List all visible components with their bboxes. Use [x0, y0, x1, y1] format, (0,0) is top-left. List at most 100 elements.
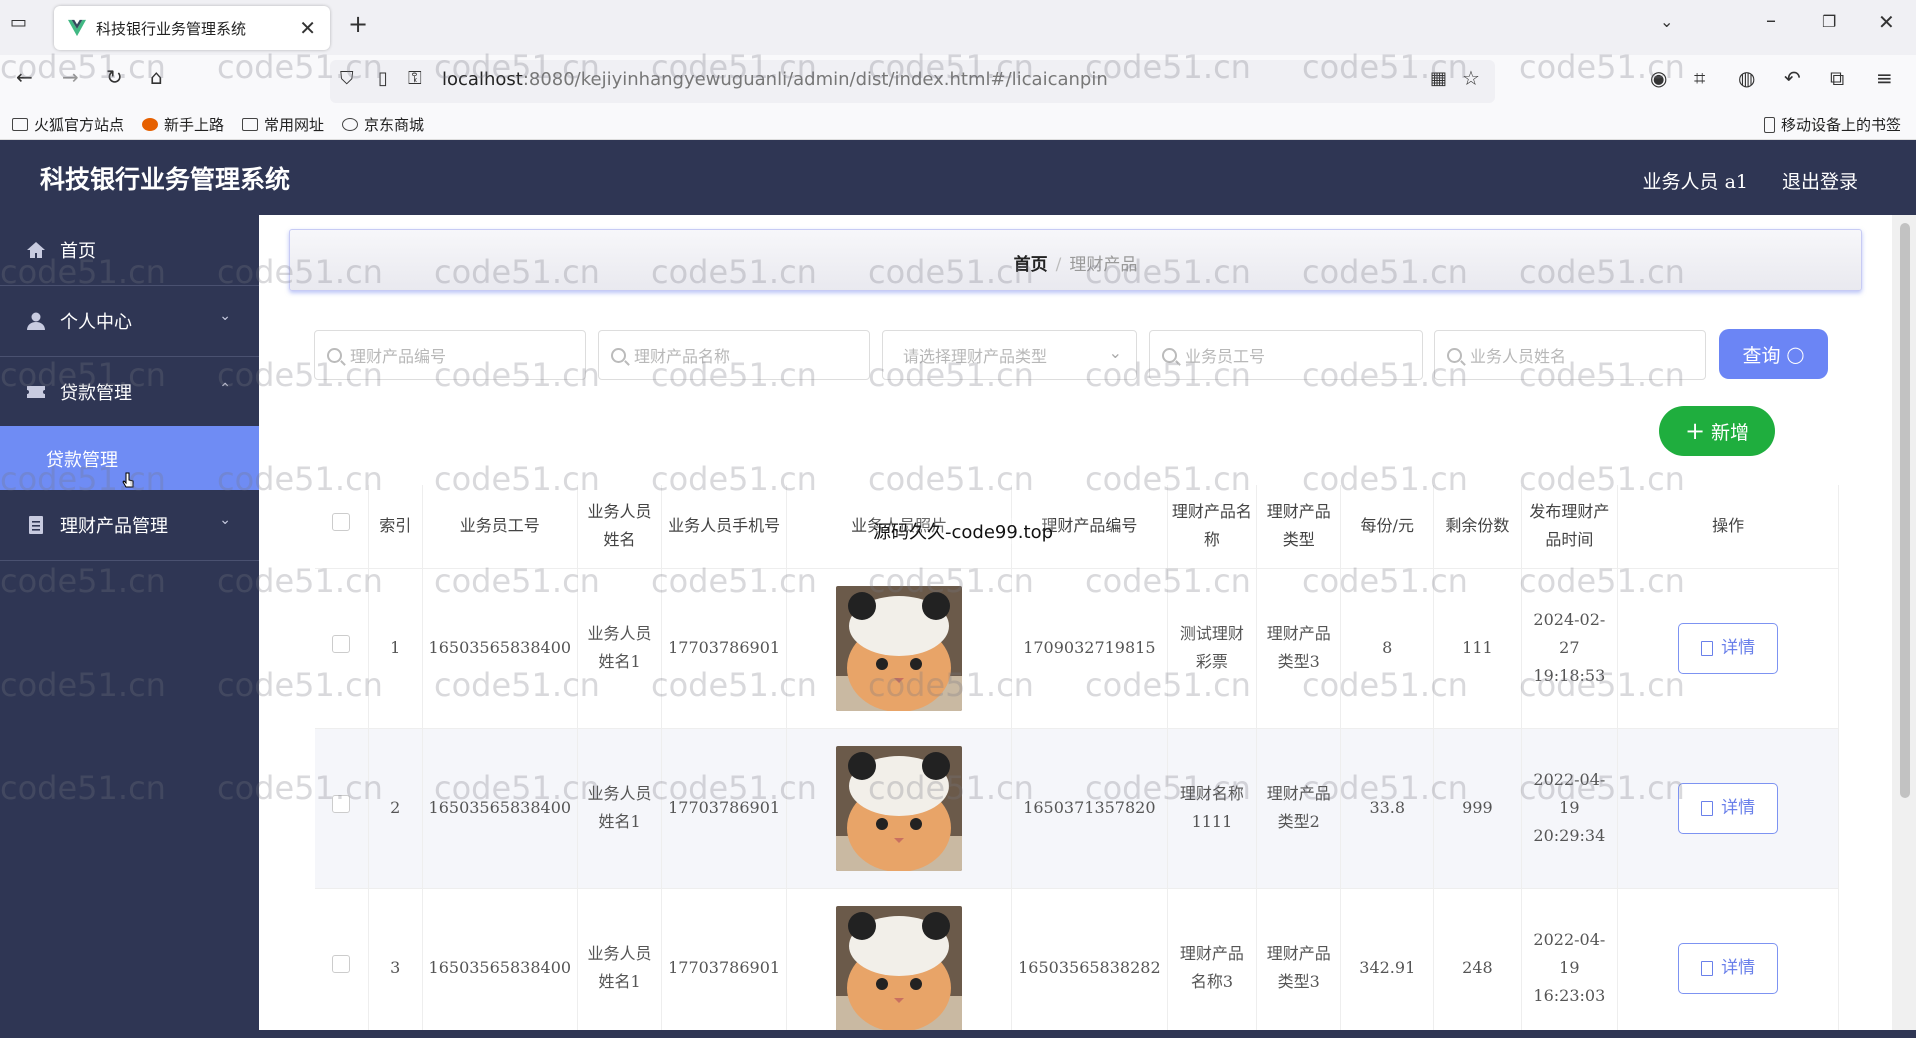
chevron-down-icon: ⌄	[1108, 343, 1122, 362]
detail-button[interactable]: 详情	[1678, 942, 1779, 994]
home-icon	[27, 242, 45, 258]
column-header: 业务员工号	[422, 485, 579, 569]
select-all-checkbox[interactable]	[332, 513, 351, 532]
sidebar-item-home[interactable]: 首页	[0, 215, 259, 286]
row-checkbox[interactable]	[332, 955, 351, 973]
bookmark-item[interactable]: 新手上路	[142, 114, 224, 135]
current-user: 业务人员 a1	[1642, 171, 1748, 193]
breadcrumb-current: 理财产品	[1069, 255, 1138, 275]
minimize-icon[interactable]: –	[1766, 10, 1776, 30]
detail-button[interactable]: 详情	[1678, 782, 1779, 834]
sidebar-item-profile[interactable]: 个人中心 ⌄	[0, 286, 259, 357]
account-icon[interactable]: ◉	[1650, 68, 1667, 88]
document-icon	[1701, 800, 1714, 816]
staff-no-input[interactable]: 业务员工号	[1149, 330, 1423, 380]
table-header-row: 索引 业务员工号 业务人员姓名 业务人员手机号 业务人员照片 理财产品编号 理财…	[315, 485, 1839, 569]
mouse-cursor-icon	[122, 472, 134, 488]
folder-icon	[242, 118, 258, 131]
cell-product-type: 理财产品类型2	[1256, 728, 1342, 889]
bookmark-item[interactable]: 常用网址	[242, 114, 324, 135]
scrollbar-thumb[interactable]	[1900, 223, 1910, 798]
cell-index: 2	[368, 728, 423, 889]
search-icon	[611, 347, 626, 363]
extension-icon[interactable]: ⧉	[1830, 68, 1844, 88]
detail-button[interactable]: 详情	[1678, 622, 1779, 674]
column-header: 理财产品类型	[1256, 485, 1342, 569]
bookmark-item[interactable]: 火狐官方站点	[12, 114, 124, 135]
vue-logo-icon	[68, 19, 86, 37]
search-icon	[1162, 347, 1177, 363]
plus-icon: +	[1684, 417, 1706, 445]
sidebar-item-products[interactable]: 理财产品管理 ⌄	[0, 490, 259, 561]
back-icon[interactable]: ←	[16, 67, 33, 87]
cell-remaining: 111	[1433, 568, 1522, 729]
add-button[interactable]: + 新增	[1659, 406, 1775, 456]
menu-icon[interactable]: ≡	[1876, 68, 1893, 88]
overlay-watermark-text: 源码久久-code99.top	[873, 518, 1054, 544]
cell-phone: 17703786901	[661, 728, 788, 889]
staff-photo[interactable]	[836, 585, 963, 711]
star-icon[interactable]: ☆	[1462, 68, 1480, 88]
ticket-icon	[27, 386, 45, 398]
window-close-icon[interactable]: ✕	[1878, 12, 1895, 32]
key-icon[interactable]: ⚿	[408, 70, 422, 88]
staff-photo[interactable]	[836, 745, 963, 871]
tab-close-icon[interactable]: ✕	[299, 16, 316, 40]
staff-photo[interactable]	[836, 905, 963, 1031]
forward-icon[interactable]: →	[62, 67, 79, 87]
browser-tab[interactable]: 科技银行业务管理系统 ✕	[54, 6, 330, 50]
reload-icon[interactable]: ↻	[106, 67, 123, 87]
url-text[interactable]: localhost:8080/kejiyinhangyewuguanli/adm…	[442, 69, 1108, 90]
cell-phone: 17703786901	[661, 568, 788, 729]
cell-publish-time: 2024-02-27 19:18:53	[1521, 568, 1619, 729]
query-button[interactable]: 查询 ◯	[1719, 329, 1828, 379]
crop-icon[interactable]: ⌗	[1694, 68, 1705, 88]
document-icon	[1701, 640, 1714, 656]
product-name-input[interactable]: 理财产品名称	[598, 330, 870, 380]
cell-index: 1	[368, 568, 423, 729]
cell-staff-name: 业务人员姓名1	[577, 888, 663, 1038]
cell-product-name: 测试理财彩票	[1167, 568, 1258, 729]
home-nav-icon[interactable]: ⌂	[150, 67, 163, 87]
chat-icon[interactable]: ◍	[1738, 68, 1755, 88]
bookmarks-bar: 火狐官方站点 新手上路 常用网址 京东商城 移动设备上的书签	[0, 108, 1916, 140]
row-checkbox[interactable]	[332, 635, 351, 653]
cell-staff-name: 业务人员姓名1	[577, 728, 663, 889]
shield-icon[interactable]: ⛉	[340, 70, 354, 88]
mobile-icon	[1764, 116, 1775, 133]
chevron-down-icon[interactable]: ⌄	[1660, 14, 1673, 30]
logout-button[interactable]: 退出登录	[1782, 167, 1858, 194]
undo-icon[interactable]: ↶	[1784, 68, 1801, 88]
tab-title: 科技银行业务管理系统	[96, 19, 247, 38]
staff-name-input[interactable]: 业务人员姓名	[1434, 330, 1706, 380]
table-row: 1 16503565838400 业务人员姓名1 17703786901 170…	[315, 568, 1839, 729]
column-header: 发布理财产品时间	[1521, 485, 1619, 569]
sidebar-item-loans[interactable]: 贷款管理 ⌃	[0, 357, 259, 428]
bookmark-item-mobile[interactable]: 移动设备上的书签	[1764, 114, 1901, 135]
cell-photo	[786, 888, 1013, 1038]
cell-remaining: 248	[1433, 888, 1522, 1038]
table-row: 3 16503565838400 业务人员姓名1 17703786901 165…	[315, 888, 1839, 1038]
product-no-input[interactable]: 理财产品编号	[314, 330, 586, 380]
row-checkbox[interactable]	[332, 795, 351, 813]
breadcrumb-home[interactable]: 首页	[1014, 255, 1048, 275]
page-icon: ▯	[378, 68, 388, 89]
detail-label: 详情	[1721, 958, 1756, 978]
cell-staff-no: 16503565838400	[422, 568, 579, 729]
qr-icon[interactable]: ▦	[1430, 70, 1447, 88]
globe-icon	[342, 118, 358, 131]
browser-tab-bar: ▭ 科技银行业务管理系统 ✕ + ⌄ – ❐ ✕	[0, 0, 1916, 55]
app-title: 科技银行业务管理系统	[40, 165, 291, 194]
new-tab-icon[interactable]: +	[348, 12, 368, 36]
column-header: 操作	[1617, 485, 1839, 569]
product-type-select[interactable]: 请选择理财产品类型 ⌄	[882, 330, 1137, 380]
folder-icon	[12, 118, 28, 131]
restore-icon[interactable]: ❐	[1822, 14, 1836, 30]
search-icon	[1447, 347, 1462, 363]
app-header: 科技银行业务管理系统 业务人员 a1 退出登录	[0, 140, 1916, 215]
bottom-strip	[0, 1030, 1916, 1038]
bookmark-item[interactable]: 京东商城	[342, 114, 424, 135]
cell-remaining: 999	[1433, 728, 1522, 889]
tab-list-icon[interactable]: ▭	[10, 14, 27, 32]
document-icon	[1701, 960, 1714, 976]
